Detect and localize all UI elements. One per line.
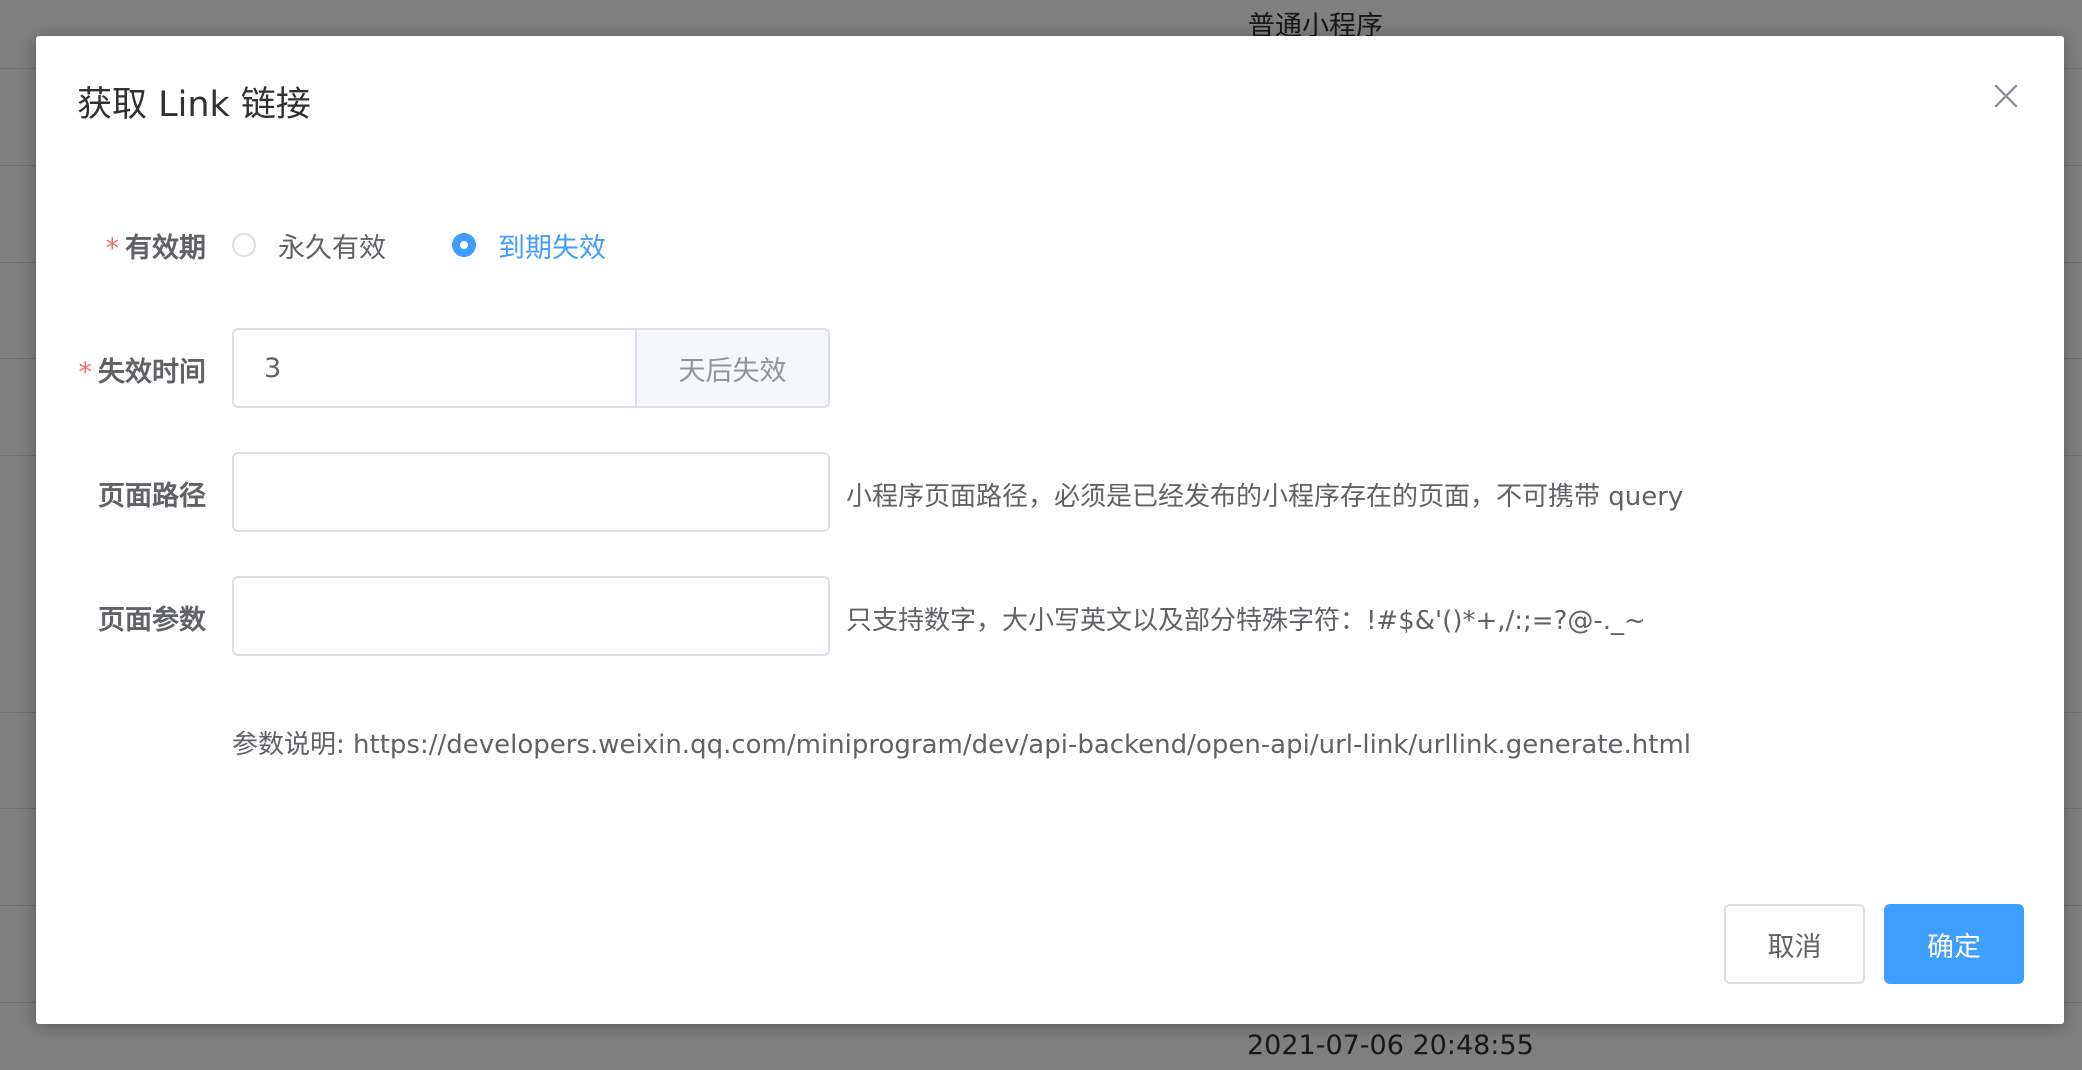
radio-permanent[interactable]: 永久有效 [232,225,386,265]
page-path-input[interactable] [234,454,828,530]
validity-label-text: 有效期 [125,233,206,264]
page-params-hint: 只支持数字，大小写英文以及部分特殊字符：!#$&'()*+,/:;=?@-._~ [846,606,1646,636]
expire-days-field[interactable] [232,328,635,408]
expire-days-input[interactable] [234,330,635,406]
dialog-title: 获取 Link 链接 [77,85,311,125]
expire-days-suffix: 天后失效 [635,328,830,408]
page-path-label: 页面路径 [98,481,206,512]
page-path-field[interactable] [232,452,830,532]
radio-expire[interactable]: 到期失效 [452,225,606,265]
expire-time-label: * 失效时间 [79,350,207,389]
required-mark: * [78,357,93,388]
confirm-button[interactable]: 确定 [1884,904,2024,984]
radio-unchecked-icon [232,233,256,257]
radio-expire-label: 到期失效 [498,232,606,264]
validity-label: * 有效期 [106,226,207,265]
radio-permanent-label: 永久有效 [278,232,386,264]
radio-checked-icon [452,233,476,257]
page-params-input[interactable] [234,578,828,654]
close-button[interactable] [1986,76,2026,116]
expire-time-label-text: 失效时间 [98,357,206,388]
close-icon [1986,76,2026,116]
get-link-dialog: 获取 Link 链接 *有效期 永久有效 到期失效 *失效时间 天后失效 页面路… [36,36,2064,1024]
expire-time-input-group: 天后失效 [232,328,830,408]
page-params-label: 页面参数 [98,605,206,636]
page-path-hint: 小程序页面路径，必须是已经发布的小程序存在的页面，不可携带 query [846,482,1684,512]
cancel-button[interactable]: 取消 [1724,904,1865,984]
required-mark: * [105,233,120,264]
param-note: 参数说明: https://developers.weixin.qq.com/m… [232,730,1692,760]
page-params-field[interactable] [232,576,830,656]
